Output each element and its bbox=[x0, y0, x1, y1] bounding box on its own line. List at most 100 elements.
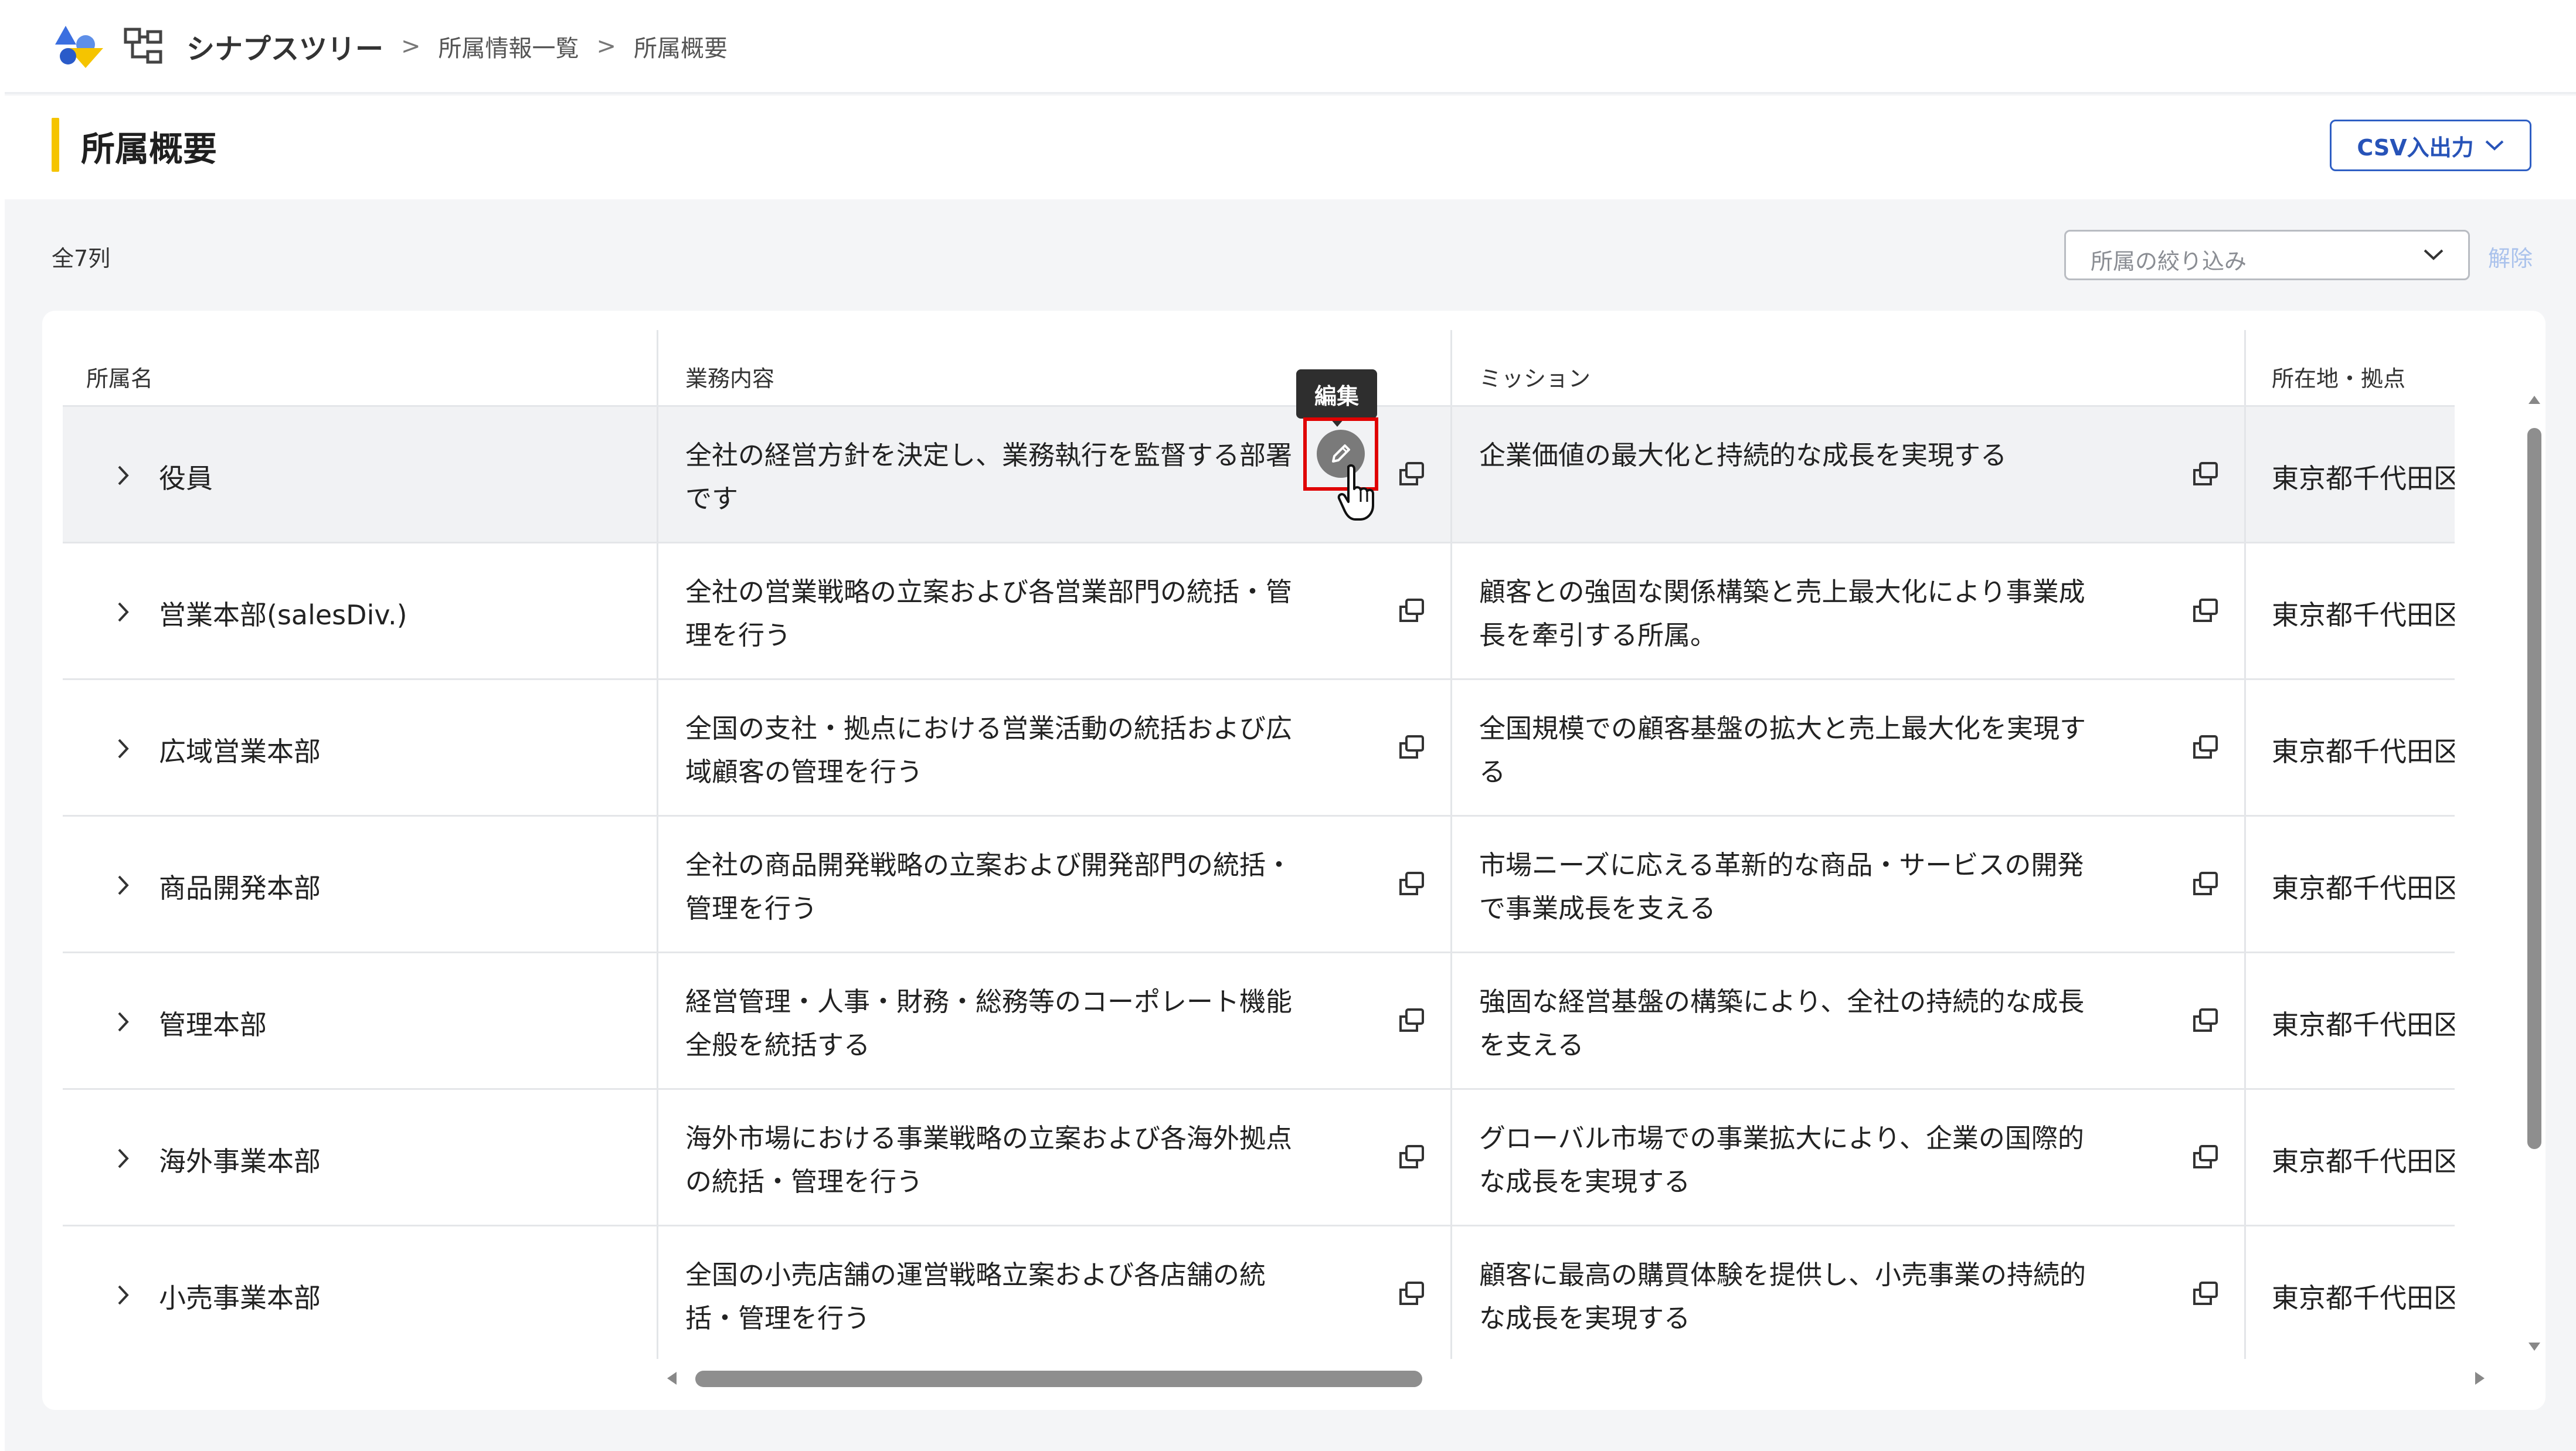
location-text: 東京都千代田区東京 bbox=[2272, 463, 2455, 494]
description-text: 全社の営業戦略の立案および各営業部門の統括・管理を行う bbox=[685, 576, 1293, 651]
table-card: 所属名 業務内容 ミッション 所在地・拠点 役員 全社の経営方針を決定し、業務執行… bbox=[42, 311, 2546, 1410]
cell-description: 全国の小売店舗の運営戦略立案および各店舗の統括・管理を行う bbox=[658, 1226, 1452, 1359]
open-detail-button[interactable] bbox=[1397, 1144, 1426, 1173]
open-detail-button[interactable] bbox=[2191, 1280, 2220, 1310]
open-detail-icon[interactable] bbox=[2191, 1280, 2220, 1307]
expand-row-button[interactable] bbox=[115, 1011, 131, 1035]
scroll-left-arrow[interactable] bbox=[667, 1372, 677, 1385]
open-detail-icon[interactable] bbox=[1397, 1144, 1426, 1171]
open-detail-icon[interactable] bbox=[1397, 597, 1426, 624]
department-name: 商品開発本部 bbox=[159, 872, 321, 904]
cell-mission: 強固な経営基盤の構築により、全社の持続的な成長を支える bbox=[1452, 953, 2246, 1090]
hand-cursor-icon bbox=[1337, 464, 1374, 521]
expand-row-button[interactable] bbox=[115, 738, 131, 762]
mission-text: 強固な経営基盤の構築により、全社の持続的な成長を支える bbox=[1479, 986, 2085, 1061]
table-row[interactable]: 役員 全社の経営方針を決定し、業務執行を監督する部署です 企業価値の最大化と持続的な… bbox=[63, 405, 2455, 543]
cell-description: 全国の支社・拠点における営業活動の統括および広域顧客の管理を行う bbox=[658, 680, 1452, 817]
open-detail-button[interactable] bbox=[1397, 1007, 1426, 1037]
expand-row-button[interactable] bbox=[115, 874, 131, 899]
mission-text: 全国規模での顧客基盤の拡大と売上最大化を実現する bbox=[1479, 713, 2086, 787]
open-detail-button[interactable] bbox=[1397, 1280, 1426, 1310]
open-detail-icon[interactable] bbox=[1397, 1007, 1426, 1034]
row-count: 全7列 bbox=[52, 246, 111, 271]
edit-tooltip: 編集 bbox=[1296, 369, 1377, 427]
department-filter-select[interactable]: 所属の絞り込み bbox=[2064, 230, 2470, 280]
open-detail-icon[interactable] bbox=[1397, 871, 1426, 898]
cell-mission: 市場ニーズに応える革新的な商品・サービスの開発で事業成長を支える bbox=[1452, 817, 2246, 953]
open-detail-button[interactable] bbox=[1397, 461, 1426, 490]
open-detail-icon[interactable] bbox=[1397, 461, 1426, 488]
open-detail-icon[interactable] bbox=[2191, 1144, 2220, 1171]
cell-name: 海外事業本部 bbox=[63, 1090, 658, 1226]
vertical-scrollbar-thumb[interactable] bbox=[2527, 428, 2541, 1149]
mission-text: グローバル市場での事業拡大により、企業の国際的な成長を実現する bbox=[1479, 1123, 2084, 1197]
breadcrumb-item-list[interactable]: 所属情報一覧 bbox=[439, 29, 579, 63]
expand-row-button[interactable] bbox=[115, 601, 131, 626]
open-detail-button[interactable] bbox=[2191, 1007, 2220, 1037]
clear-filter-link[interactable]: 解除 bbox=[2488, 240, 2533, 273]
cell-mission: 顧客に最高の購買体験を提供し、小売事業の持続的な成長を実現する bbox=[1452, 1226, 2246, 1359]
open-detail-icon[interactable] bbox=[2191, 461, 2220, 488]
column-header-mission[interactable]: ミッション bbox=[1452, 330, 2246, 405]
department-name: 広域営業本部 bbox=[159, 736, 321, 767]
expand-row-button[interactable] bbox=[115, 1284, 131, 1309]
table-row[interactable]: 小売事業本部 全国の小売店舗の運営戦略立案および各店舗の統括・管理を行う 顧客に最高… bbox=[63, 1225, 2455, 1359]
chevron-right-icon bbox=[118, 1285, 129, 1305]
open-detail-button[interactable] bbox=[2191, 871, 2220, 900]
table-row[interactable]: 管理本部 経営管理・人事・財務・総務等のコーポレート機能全般を統括する 強固な経営基… bbox=[63, 952, 2455, 1090]
scroll-down-arrow[interactable] bbox=[2529, 1343, 2540, 1351]
cell-mission: グローバル市場での事業拡大により、企業の国際的な成長を実現する bbox=[1452, 1090, 2246, 1226]
open-detail-button[interactable] bbox=[2191, 597, 2220, 627]
description-text: 全社の経営方針を決定し、業務執行を監督する部署です bbox=[685, 440, 1293, 514]
description-text: 全社の商品開発戦略の立案および開発部門の統括・管理を行う bbox=[685, 849, 1293, 924]
chevron-down-icon bbox=[2424, 249, 2444, 260]
open-detail-button[interactable] bbox=[2191, 1144, 2220, 1173]
expand-row-button[interactable] bbox=[115, 1147, 131, 1172]
open-detail-icon[interactable] bbox=[1397, 734, 1426, 761]
open-detail-button[interactable] bbox=[2191, 461, 2220, 490]
breadcrumb-app[interactable]: シナプスツリー bbox=[186, 26, 383, 67]
chevron-right-icon bbox=[118, 1012, 129, 1032]
description-text: 海外市場における事業戦略の立案および各海外拠点の統括・管理を行う bbox=[685, 1123, 1293, 1197]
open-detail-button[interactable] bbox=[1397, 871, 1426, 900]
chevron-down-icon bbox=[2485, 140, 2504, 151]
table-row[interactable]: 海外事業本部 海外市場における事業戦略の立案および各海外拠点の統括・管理を行う グロ… bbox=[63, 1088, 2455, 1226]
scroll-right-arrow[interactable] bbox=[2475, 1372, 2485, 1385]
cell-location: 東京都千代田区東京 bbox=[2246, 1226, 2455, 1359]
open-detail-button[interactable] bbox=[1397, 597, 1426, 627]
description-text: 経営管理・人事・財務・総務等のコーポレート機能全般を統括する bbox=[685, 986, 1293, 1061]
csv-io-button[interactable]: CSV入出力 bbox=[2330, 120, 2531, 171]
expand-row-button[interactable] bbox=[115, 464, 131, 489]
cell-description: 海外市場における事業戦略の立案および各海外拠点の統括・管理を行う bbox=[658, 1090, 1452, 1226]
cell-location: 東京都千代田区東京 bbox=[2246, 953, 2455, 1090]
open-detail-button[interactable] bbox=[2191, 734, 2220, 763]
open-detail-icon[interactable] bbox=[2191, 871, 2220, 898]
cell-mission: 全国規模での顧客基盤の拡大と売上最大化を実現する bbox=[1452, 680, 2246, 817]
horizontal-scrollbar-thumb[interactable] bbox=[695, 1371, 1422, 1387]
table-row[interactable]: 営業本部(salesDiv.) 全社の営業戦略の立案および各営業部門の統括・管理を… bbox=[63, 542, 2455, 680]
scroll-up-arrow[interactable] bbox=[2529, 396, 2540, 404]
open-detail-icon[interactable] bbox=[2191, 734, 2220, 761]
column-header-location[interactable]: 所在地・拠点 bbox=[2246, 330, 2455, 405]
cell-name: 役員 bbox=[63, 407, 658, 543]
cell-location: 東京都千代田区東京 bbox=[2246, 817, 2455, 953]
table-row[interactable]: 広域営業本部 全国の支社・拠点における営業活動の統括および広域顧客の管理を行う 全国… bbox=[63, 678, 2455, 817]
description-text: 全国の支社・拠点における営業活動の統括および広域顧客の管理を行う bbox=[685, 713, 1293, 787]
open-detail-button[interactable] bbox=[1397, 734, 1426, 763]
chevron-right-icon bbox=[118, 875, 129, 895]
cell-description: 全社の営業戦略の立案および各営業部門の統括・管理を行う bbox=[658, 543, 1452, 680]
table-row[interactable]: 商品開発本部 全社の商品開発戦略の立案および開発部門の統括・管理を行う 市場ニーズに… bbox=[63, 815, 2455, 953]
cell-location: 東京都千代田区東京 bbox=[2246, 407, 2455, 543]
title-accent-bar bbox=[52, 118, 59, 172]
column-header-name[interactable]: 所属名 bbox=[63, 330, 658, 405]
cell-name: 営業本部(salesDiv.) bbox=[63, 543, 658, 680]
open-detail-icon[interactable] bbox=[2191, 597, 2220, 624]
app-logo[interactable] bbox=[50, 21, 107, 70]
breadcrumb-separator: > bbox=[596, 33, 617, 60]
location-text: 東京都千代田区東京 bbox=[2272, 1009, 2455, 1041]
location-text: 東京都千代田区東京 bbox=[2272, 1282, 2455, 1314]
open-detail-icon[interactable] bbox=[1397, 1280, 1426, 1307]
cell-location: 東京都千代田区東京 bbox=[2246, 543, 2455, 680]
open-detail-icon[interactable] bbox=[2191, 1007, 2220, 1034]
cell-description: 経営管理・人事・財務・総務等のコーポレート機能全般を統括する bbox=[658, 953, 1452, 1090]
